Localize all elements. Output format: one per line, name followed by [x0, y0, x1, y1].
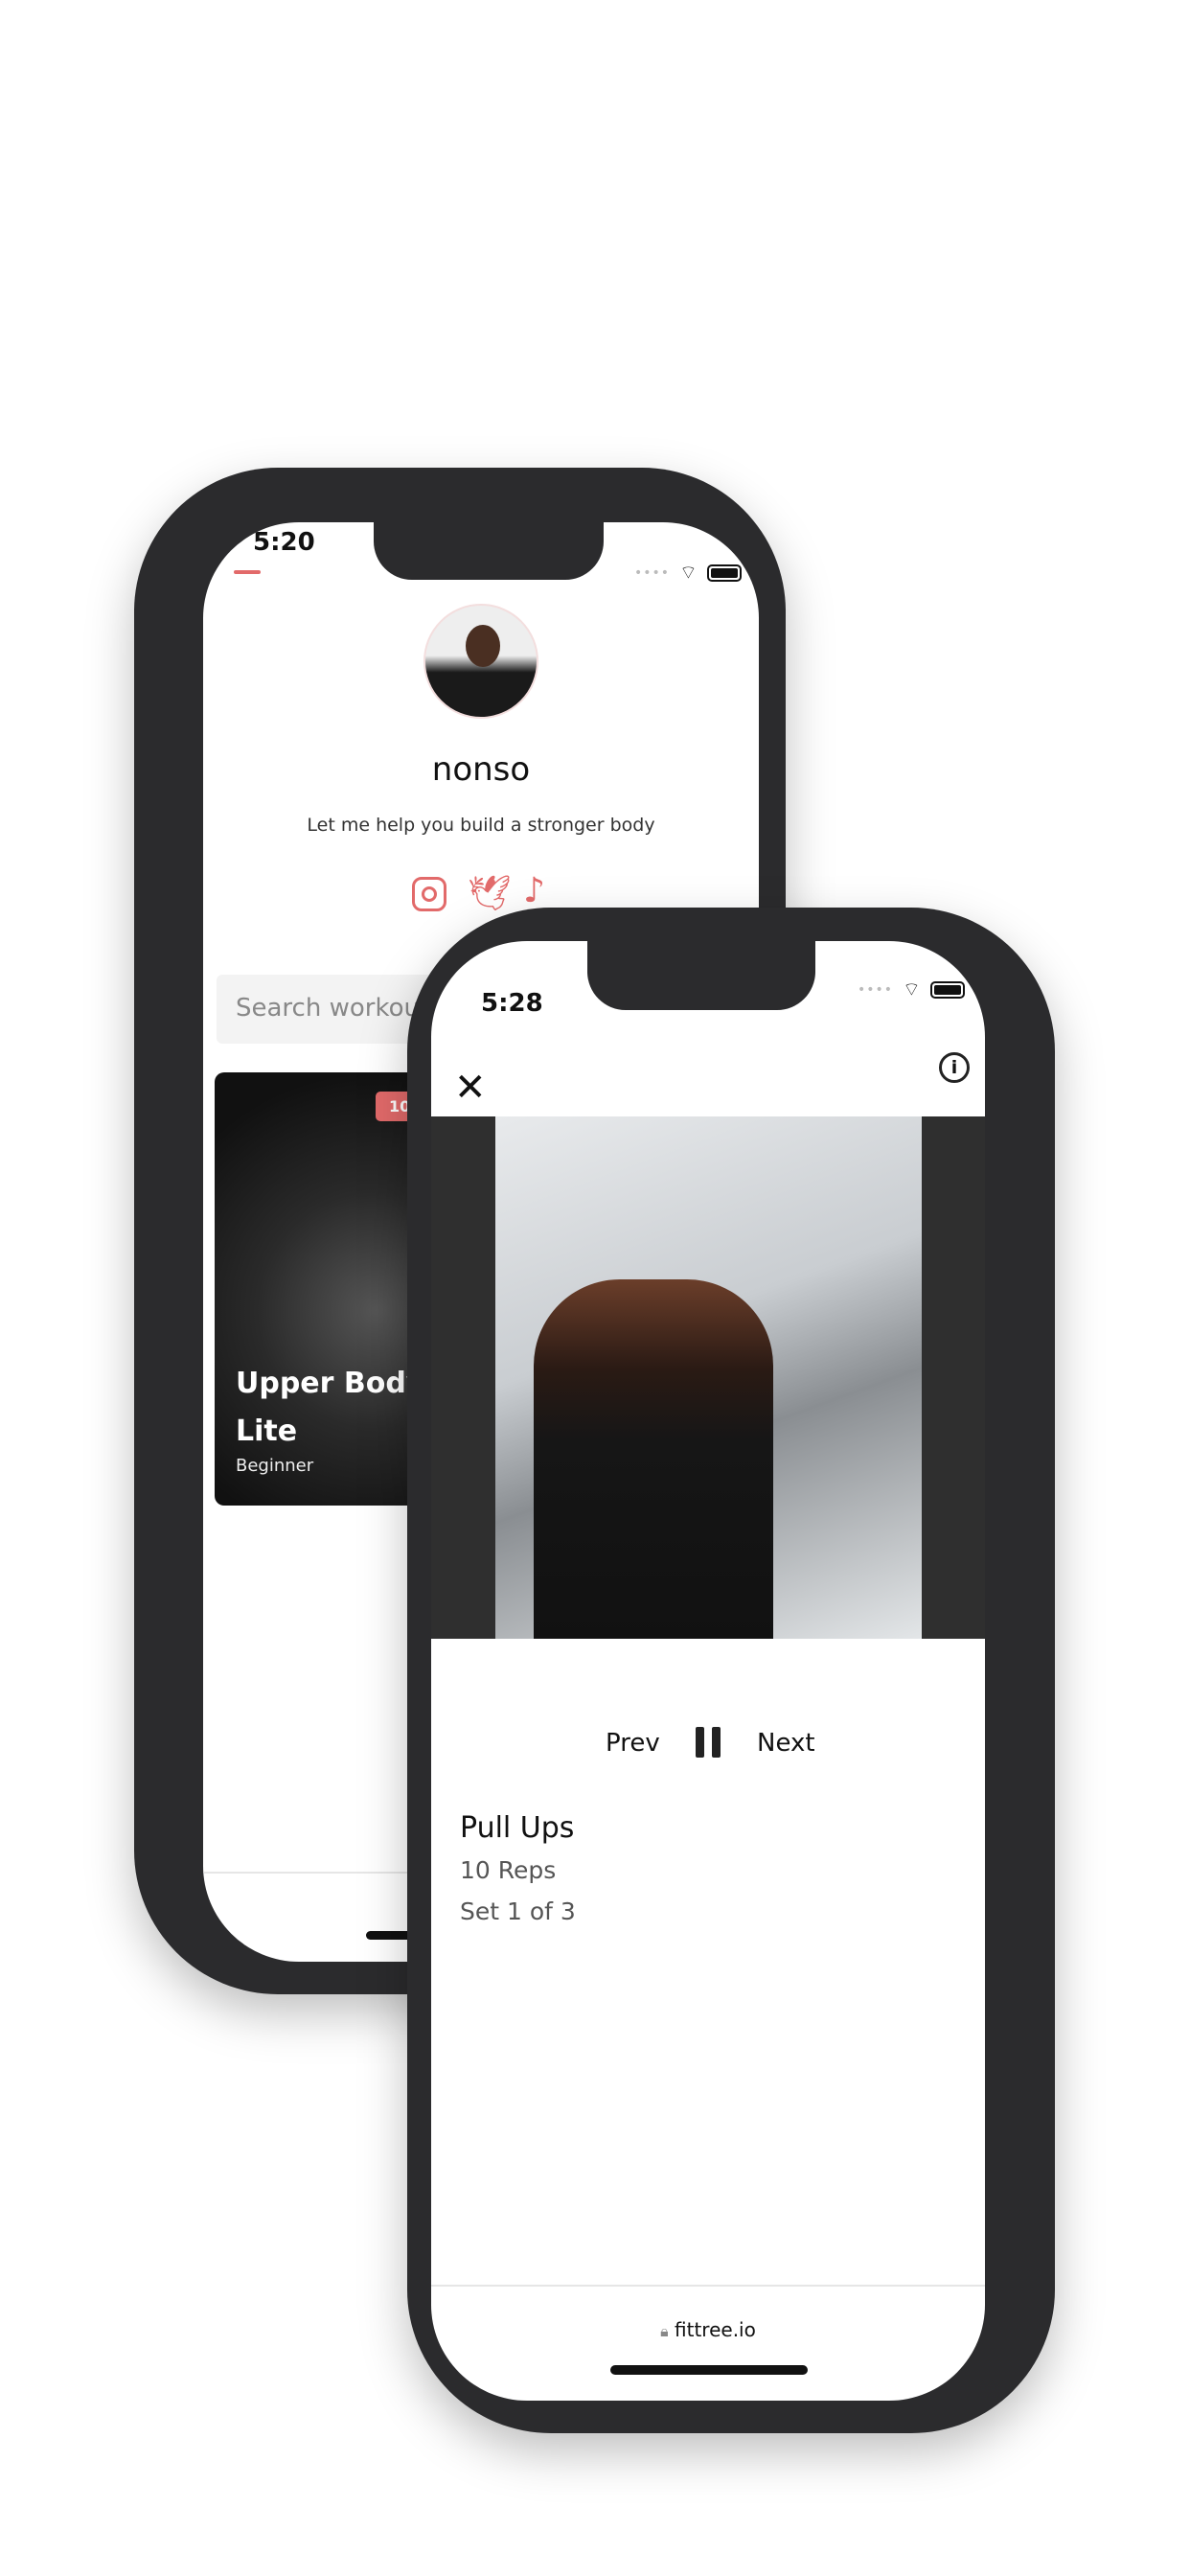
notch [374, 522, 604, 580]
pause-button[interactable] [696, 1727, 722, 1758]
prev-button[interactable]: Prev [606, 1729, 660, 1758]
info-icon[interactable]: i [939, 1052, 970, 1083]
avatar [423, 604, 538, 719]
menu-indicator[interactable] [234, 570, 261, 574]
url-text: fittree.io [675, 2318, 756, 2341]
exercise-set: Set 1 of 3 [460, 1898, 576, 1925]
front-phone-screen: 5:28 •••• ⌔ ✕ i Prev Next Pull Ups 10 Rep… [431, 941, 985, 2401]
exercise-name: Pull Ups [460, 1811, 575, 1845]
close-icon[interactable]: ✕ [454, 1066, 487, 1110]
status-time: 5:28 [481, 989, 543, 1018]
tiktok-icon[interactable]: ♪ [523, 871, 545, 910]
lock-icon: 🔒︎ [660, 2322, 669, 2340]
profile-bio: Let me help you build a stronger body [307, 815, 655, 836]
status-time: 5:20 [253, 528, 315, 557]
divider [431, 2285, 985, 2287]
twitter-icon[interactable]: 🕊 [468, 873, 512, 913]
instagram-icon[interactable] [412, 877, 446, 911]
status-icons: •••• ⌔ [858, 978, 965, 1001]
next-button[interactable]: Next [757, 1729, 815, 1758]
url-bar[interactable]: 🔒︎ fittree.io [431, 2318, 985, 2341]
exercise-reps: 10 Reps [460, 1856, 557, 1884]
status-icons: •••• ⌔ [634, 561, 742, 585]
exercise-video[interactable] [431, 1116, 985, 1639]
home-indicator [610, 2365, 808, 2375]
front-phone: 5:28 •••• ⌔ ✕ i Prev Next Pull Ups 10 Rep… [407, 908, 1055, 2433]
notch [587, 941, 815, 1010]
workout-level: Beginner [236, 1456, 314, 1476]
profile-name: nonso [431, 750, 531, 789]
